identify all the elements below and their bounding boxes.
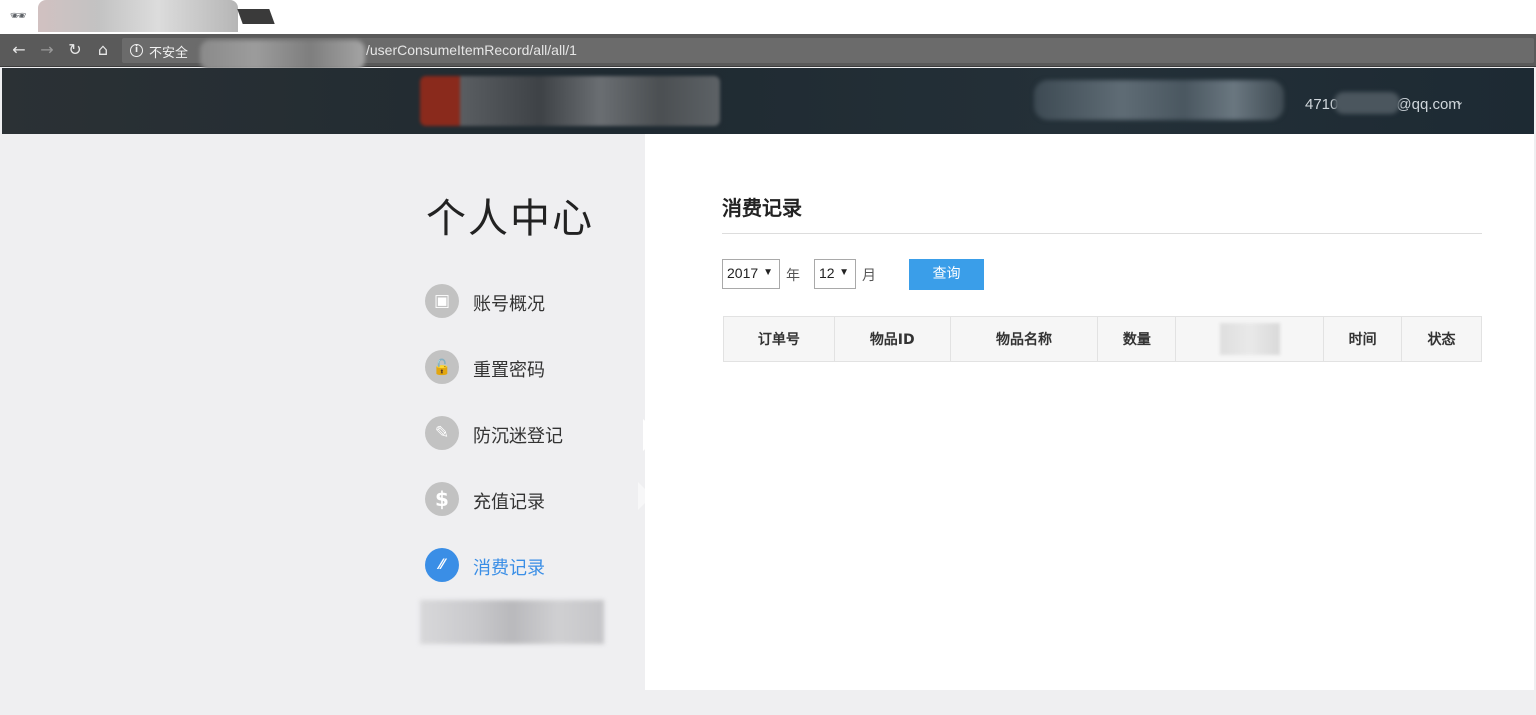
month-unit: 月: [862, 268, 876, 284]
sidebar-item-label: 重置密码: [473, 360, 545, 381]
consume-icon: ⁄⁄: [425, 548, 459, 582]
home-icon[interactable]: ⌂: [93, 40, 113, 60]
user-email-prefix: 4710: [1305, 96, 1339, 113]
sidebar: 个人中心 ▣ 账号概况 🔓 重置密码 ✎ 防沉迷登记 $ 充值记录 ⁄⁄ 消费记…: [2, 134, 645, 690]
browser-toolbar: ← → ↻ ⌂ i 不安全 /userConsumeItemRecord/all…: [0, 34, 1536, 70]
redacted-email: [1334, 92, 1401, 114]
chevron-down-icon[interactable]: ⌄: [1455, 95, 1464, 108]
main-content: 消费记录 2017 ▼ 年 12 ▼ 月 查询 订单号 物品ID 物品名称 数量…: [645, 134, 1534, 690]
site-logo[interactable]: [420, 76, 720, 126]
sidebar-item-label: 防沉迷登记: [473, 426, 563, 447]
site-nav[interactable]: [1034, 80, 1284, 120]
dropdown-arrow-icon: ▼: [763, 267, 773, 278]
divider: [722, 233, 1482, 234]
year-select[interactable]: 2017 ▼: [722, 259, 780, 289]
sidebar-item-label: 充值记录: [473, 492, 545, 513]
page-title: 消费记录: [722, 196, 802, 220]
column-item-name: 物品名称: [949, 316, 1099, 362]
browser-tab[interactable]: [38, 0, 238, 32]
sidebar-item-label: 消费记录: [473, 558, 545, 579]
forward-icon[interactable]: →: [37, 40, 57, 60]
records-table: 订单号 物品ID 物品名称 数量 时间 状态: [723, 316, 1482, 362]
column-status: 状态: [1401, 316, 1482, 362]
column-time: 时间: [1323, 316, 1403, 362]
monitor-icon: ▣: [425, 284, 459, 318]
query-button[interactable]: 查询: [909, 259, 984, 290]
month-value: 12: [819, 265, 835, 281]
month-select[interactable]: 12 ▼: [814, 259, 856, 289]
column-redacted: [1175, 316, 1325, 362]
redacted-header: [1219, 323, 1280, 355]
address-bar[interactable]: i 不安全 /userConsumeItemRecord/all/all/1: [122, 38, 1534, 70]
table-header-row: 订单号 物品ID 物品名称 数量 时间 状态: [723, 316, 1482, 362]
security-label: 不安全: [149, 46, 189, 61]
page-footer: [0, 690, 1536, 715]
column-order-id: 订单号: [723, 316, 835, 362]
year-value: 2017: [727, 265, 759, 281]
dollar-icon: $: [425, 482, 459, 516]
back-icon[interactable]: ←: [9, 40, 29, 60]
sidebar-item-redacted[interactable]: [420, 600, 604, 644]
column-quantity: 数量: [1097, 316, 1177, 362]
browser-tab-strip: 🕶: [0, 0, 1536, 34]
redacted-host: [200, 40, 365, 70]
user-email-suffix: @qq.com: [1396, 96, 1461, 113]
url-path: /userConsumeItemRecord/all/all/1: [366, 42, 577, 58]
pen-icon: ✎: [425, 416, 459, 450]
year-unit: 年: [786, 268, 800, 284]
column-item-id: 物品ID: [833, 316, 951, 362]
lock-icon: 🔓: [425, 350, 459, 384]
site-header: 4710 @qq.com ⌄: [2, 68, 1534, 134]
dropdown-arrow-icon: ▼: [839, 267, 849, 278]
user-menu[interactable]: 4710 @qq.com: [1305, 92, 1461, 114]
sidebar-title: 个人中心: [426, 196, 594, 242]
reload-icon[interactable]: ↻: [65, 40, 85, 60]
new-tab-button[interactable]: [237, 9, 275, 24]
info-icon[interactable]: i: [130, 44, 143, 57]
incognito-icon: 🕶: [9, 9, 27, 24]
sidebar-item-label: 账号概况: [473, 294, 545, 315]
